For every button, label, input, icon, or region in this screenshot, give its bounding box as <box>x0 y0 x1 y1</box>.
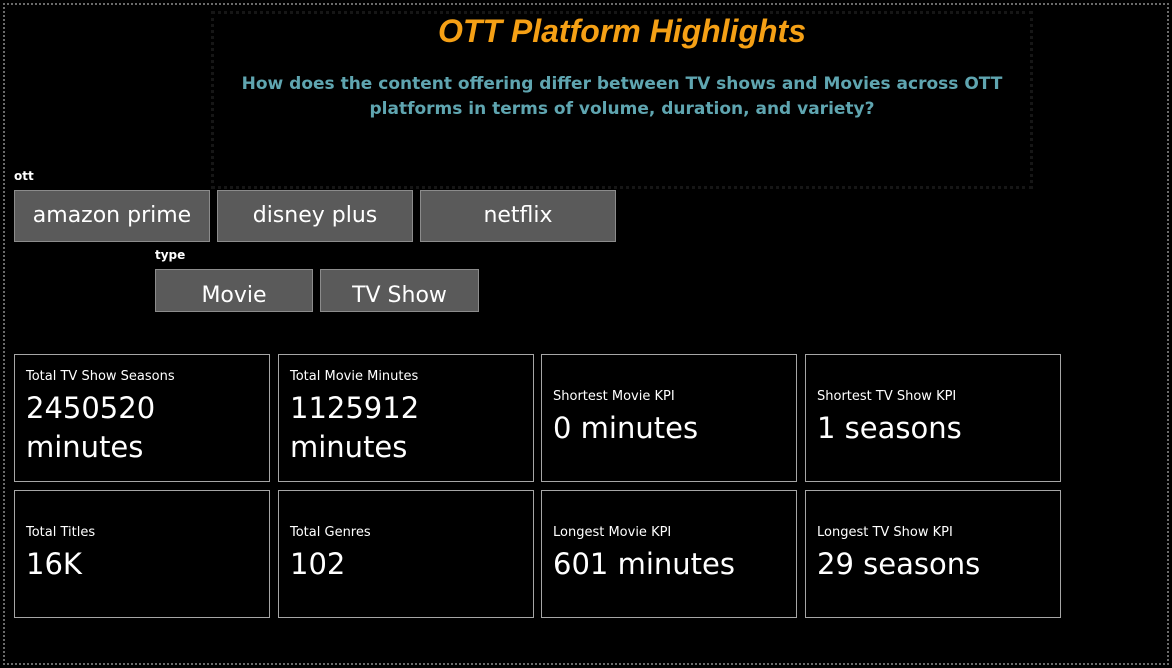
slicer-option-netflix[interactable]: netflix <box>420 190 616 242</box>
kpi-card-total-titles: Total Titles 16K <box>14 490 270 618</box>
page-subtitle: How does the content offering differ bet… <box>241 74 1003 119</box>
kpi-label: Total Movie Minutes <box>290 369 419 384</box>
kpi-label: Shortest TV Show KPI <box>817 388 957 404</box>
kpi-value: 2450520 minutes <box>26 391 156 464</box>
kpi-card-longest-movie: Longest Movie KPI 601 minutes <box>541 490 797 618</box>
kpi-value: 102 <box>290 546 346 581</box>
kpi-value: 1125912 minutes <box>290 391 420 464</box>
kpi-card-total-tv-show-seasons: Total TV Show Seasons 2450520 minutes <box>14 354 270 482</box>
ott-slicer-label: ott <box>14 169 34 183</box>
slicer-option-disney-plus[interactable]: disney plus <box>217 190 413 242</box>
type-slicer-label: type <box>155 248 186 262</box>
kpi-label: Total TV Show Seasons <box>26 369 175 384</box>
kpi-value: 16K <box>26 546 82 581</box>
kpi-label: Total Genres <box>290 524 371 540</box>
kpi-card-total-genres: Total Genres 102 <box>278 490 534 618</box>
kpi-value: 1 seasons <box>817 410 962 445</box>
kpi-value: 0 minutes <box>553 410 699 445</box>
kpi-label: Longest TV Show KPI <box>817 524 953 540</box>
kpi-card-total-movie-minutes: Total Movie Minutes 1125912 minutes <box>278 354 534 482</box>
kpi-value: 29 seasons <box>817 546 981 581</box>
kpi-label: Total Titles <box>26 524 96 540</box>
slicer-option-tv-show[interactable]: TV Show <box>320 269 479 312</box>
kpi-label: Shortest Movie KPI <box>553 388 675 404</box>
kpi-card-shortest-movie: Shortest Movie KPI 0 minutes <box>541 354 797 482</box>
kpi-card-longest-tv-show: Longest TV Show KPI 29 seasons <box>805 490 1061 618</box>
page-title: OTT Platform Highlights <box>438 13 806 49</box>
kpi-label: Longest Movie KPI <box>553 524 672 540</box>
kpi-value: 601 minutes <box>553 546 735 581</box>
slicer-option-movie[interactable]: Movie <box>155 269 313 312</box>
slicer-option-amazon-prime[interactable]: amazon prime <box>14 190 210 242</box>
kpi-card-shortest-tv-show: Shortest TV Show KPI 1 seasons <box>805 354 1061 482</box>
